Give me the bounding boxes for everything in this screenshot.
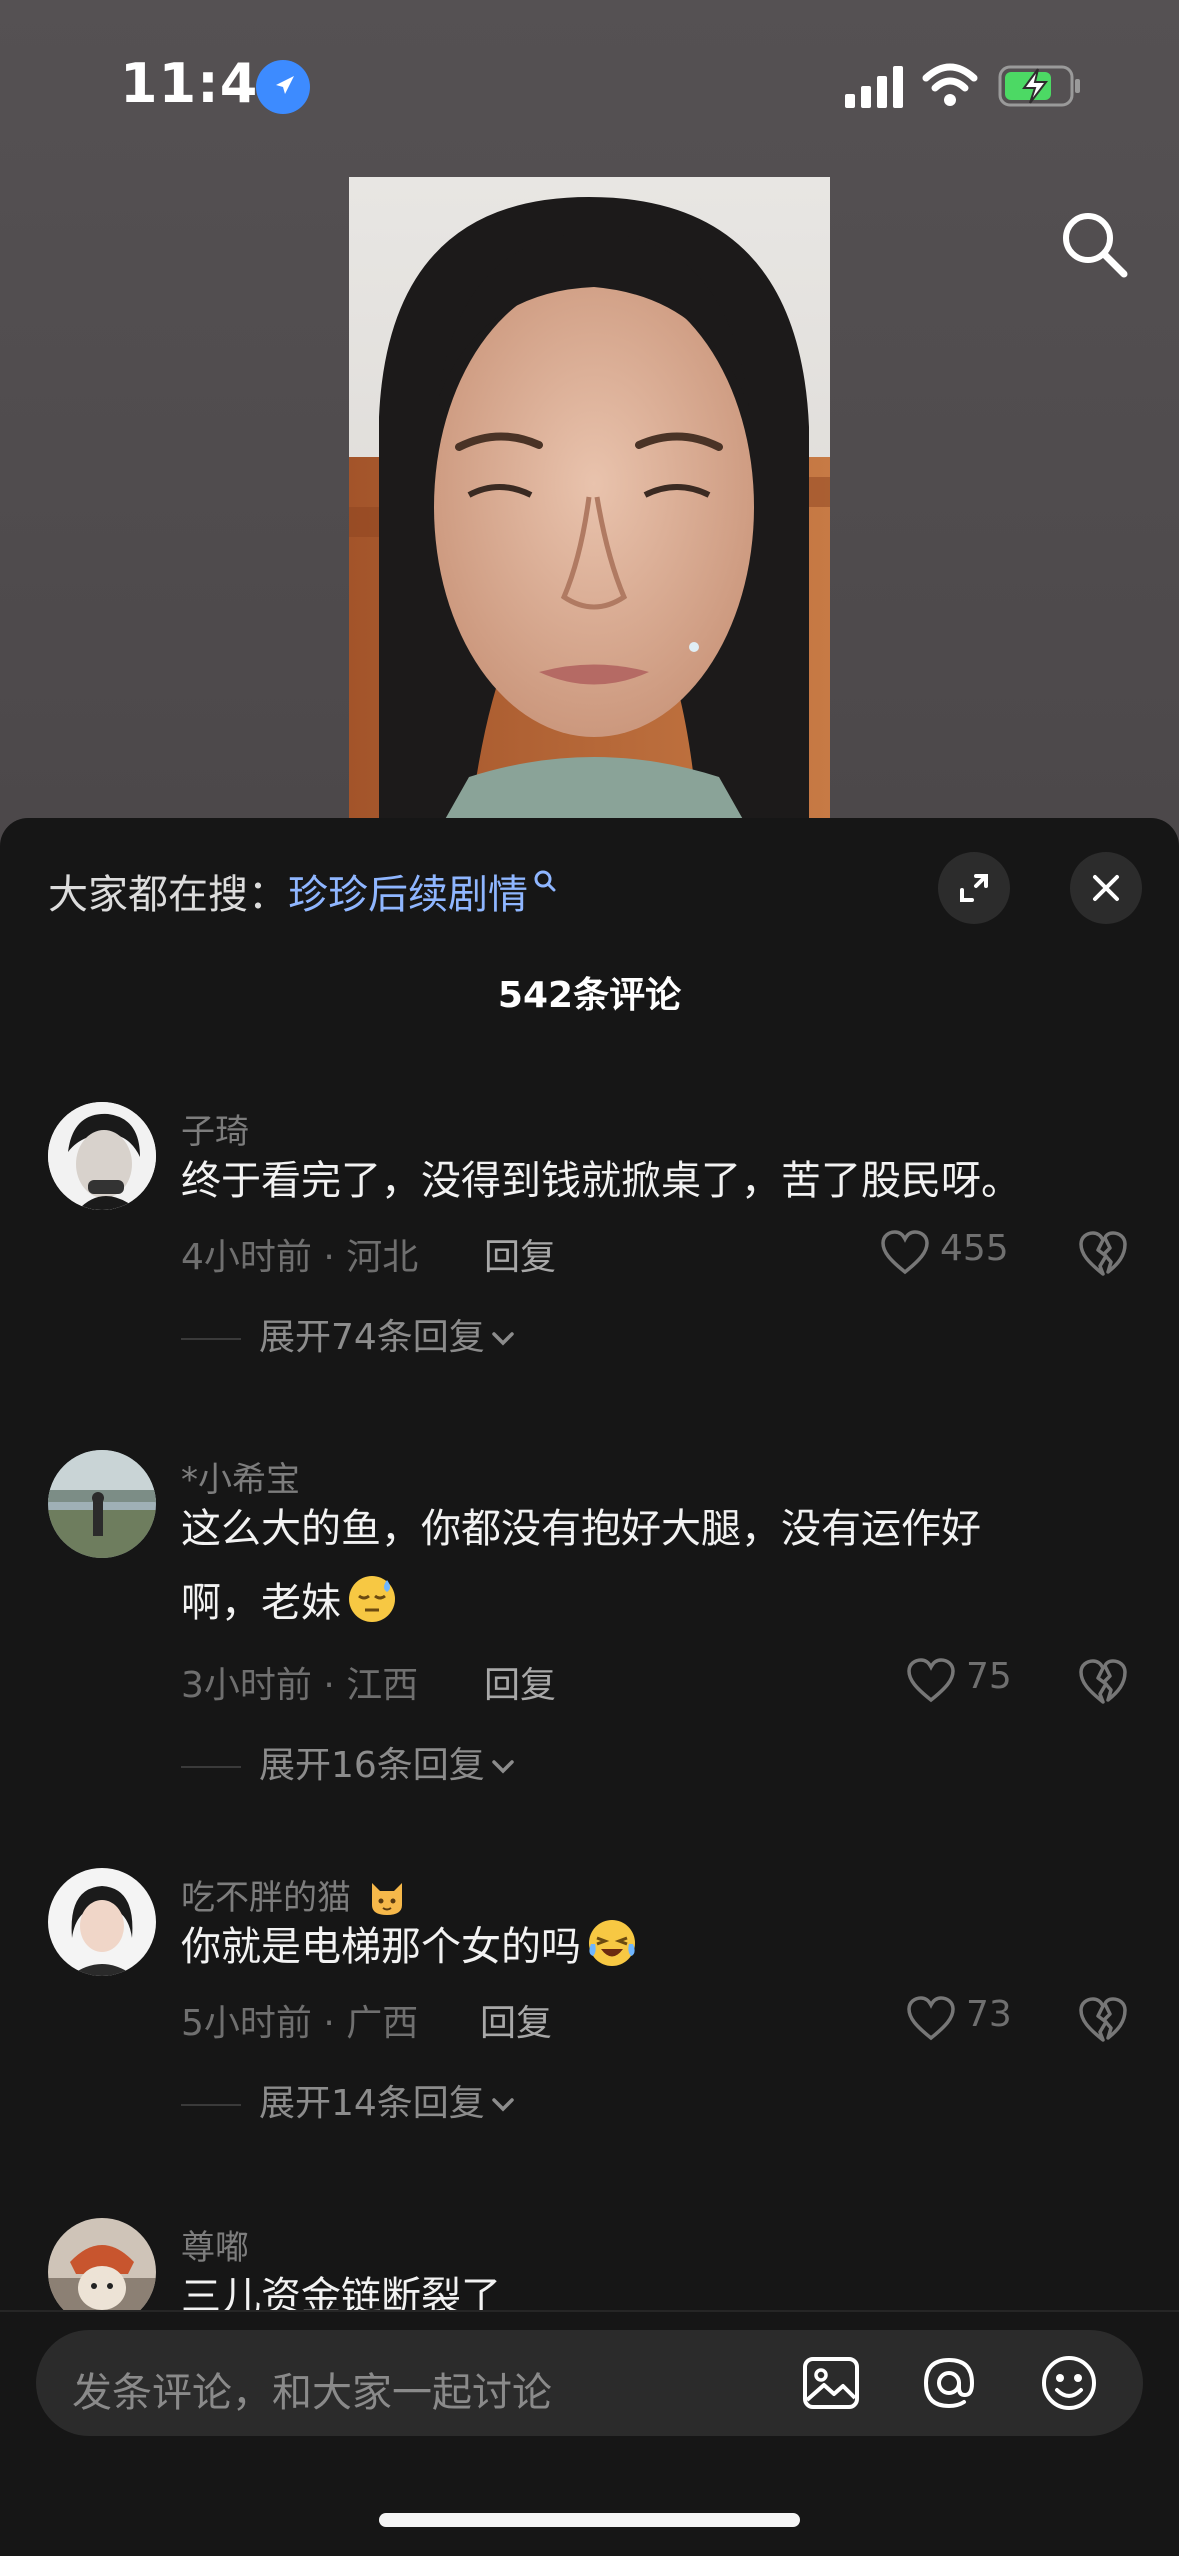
expand-divider	[181, 2104, 241, 2106]
heart-icon[interactable]	[906, 1996, 956, 2042]
expand-replies-label: 展开16条回复	[259, 1745, 485, 1786]
expand-replies[interactable]: 展开16条回复	[181, 1736, 517, 1788]
hot-search-term[interactable]: 珍珍后续剧情	[288, 872, 528, 918]
input-divider	[0, 2310, 1179, 2312]
comment-time-location: 3小时前 · 江西	[181, 1665, 419, 1706]
avatar[interactable]	[48, 1102, 156, 1210]
close-icon	[1093, 875, 1119, 901]
comment-item: 吃不胖的猫 你就是电梯那个女的吗 5小时前 · 广西 回复 73 展开14条回复	[0, 1846, 1179, 2176]
search-icon[interactable]	[1056, 206, 1132, 282]
comment-text-body: 你就是电梯那个女的吗	[181, 1924, 581, 1970]
expand-divider	[181, 1766, 241, 1768]
chevron-down-icon	[492, 2098, 514, 2112]
video-player[interactable]	[349, 177, 830, 830]
at-icon[interactable]	[918, 2352, 980, 2414]
expand-button[interactable]	[938, 852, 1010, 924]
reply-button[interactable]: 回复	[484, 1228, 556, 1280]
comment-sheet: 大家都在搜：珍珍后续剧情 542条评论 子琦 终于看完了，没得到钱就掀桌了，苦了…	[0, 818, 1179, 2556]
comment-text: 三儿资金链断裂了	[181, 2274, 501, 2310]
expand-replies-label: 展开14条回复	[259, 2083, 485, 2124]
comment-input-placeholder[interactable]: 发条评论，和大家一起讨论	[72, 2360, 552, 2418]
comment-time-location: 5小时前 · 广西	[181, 2003, 419, 2044]
chevron-down-icon	[492, 1332, 514, 1346]
expand-icon	[960, 874, 988, 902]
cellular-signal-icon	[845, 66, 903, 108]
broken-heart-icon[interactable]	[1078, 1230, 1128, 1278]
expand-divider	[181, 1338, 241, 1340]
video-thumbnail	[349, 177, 830, 830]
laughing-crying-emoji-icon	[587, 1918, 637, 1968]
comment-count: 542条评论	[497, 975, 682, 1016]
heart-icon[interactable]	[880, 1230, 930, 1276]
like-count: 75	[966, 1656, 1012, 1697]
home-indicator[interactable]	[379, 2513, 800, 2527]
chevron-down-icon	[492, 1760, 514, 1774]
avatar[interactable]	[48, 1868, 156, 1976]
reply-button[interactable]: 回复	[480, 1994, 552, 2046]
expand-replies-label: 展开74条回复	[259, 1317, 485, 1358]
comment-item: *小希宝 这么大的鱼，你都没有抱好大腿，没有运作好 啊，老妹 3小时前 · 江西…	[0, 1428, 1179, 1828]
hot-search-prefix: 大家都在搜：	[48, 872, 288, 918]
avatar[interactable]	[48, 1450, 156, 1558]
broken-heart-icon[interactable]	[1078, 1658, 1128, 1706]
reply-button[interactable]: 回复	[484, 1656, 556, 1708]
expand-replies[interactable]: 展开74条回复	[181, 1308, 517, 1360]
small-search-icon	[534, 870, 556, 892]
comment-item: 子琦 终于看完了，没得到钱就掀桌了，苦了股民呀。 4小时前 · 河北 回复 45…	[0, 1080, 1179, 1410]
comment-text: 你就是电梯那个女的吗	[181, 1910, 1101, 1984]
emoji-icon[interactable]	[1038, 2352, 1100, 2414]
comment-text-line-2-text: 啊，老妹	[181, 1580, 341, 1626]
broken-heart-icon[interactable]	[1078, 1996, 1128, 2044]
comment-item: 尊嘟 三儿资金链断裂了	[0, 2196, 1179, 2310]
status-bar: 11:44	[0, 0, 1179, 170]
comment-input[interactable]: 发条评论，和大家一起讨论	[36, 2330, 1143, 2436]
avatar[interactable]	[48, 2218, 156, 2310]
comment-text-line-2: 啊，老妹	[181, 1566, 1101, 1640]
like-count: 455	[940, 1228, 1009, 1269]
heart-icon[interactable]	[906, 1658, 956, 1704]
location-arrow-icon	[256, 60, 310, 114]
wifi-icon	[922, 63, 978, 106]
hot-search[interactable]: 大家都在搜：珍珍后续剧情	[48, 862, 558, 920]
expand-replies[interactable]: 展开14条回复	[181, 2074, 517, 2126]
comment-time-location: 4小时前 · 河北	[181, 1237, 419, 1278]
comment-text-line-1: 这么大的鱼，你都没有抱好大腿，没有运作好	[181, 1506, 981, 1552]
image-icon[interactable]	[800, 2352, 862, 2414]
like-count: 73	[966, 1994, 1012, 2035]
comment-text: 终于看完了，没得到钱就掀桌了，苦了股民呀。	[181, 1158, 1021, 1204]
sweat-emoji-icon	[347, 1574, 397, 1624]
close-button[interactable]	[1070, 852, 1142, 924]
battery-charging-icon	[998, 65, 1080, 107]
